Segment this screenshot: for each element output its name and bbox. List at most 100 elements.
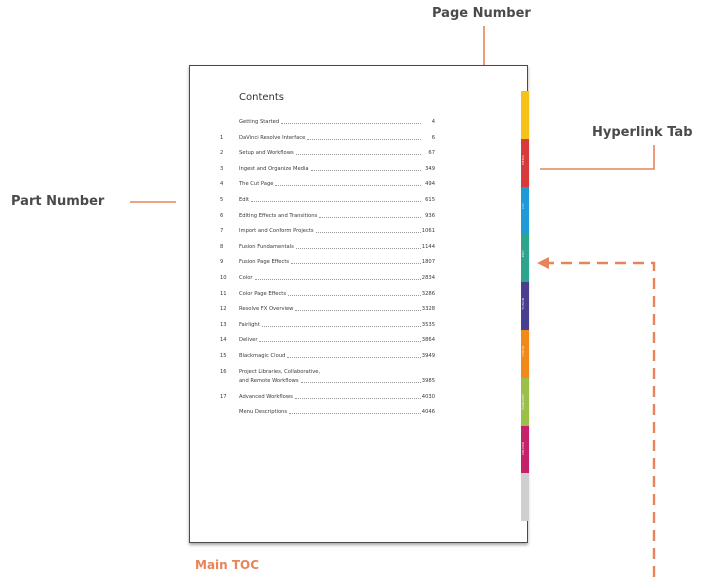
toc-page-number: 1807	[421, 259, 435, 266]
toc-page-number: 6	[431, 134, 435, 141]
toc-dot-leader	[296, 154, 421, 156]
hyperlink-tab-strip: MEDIA CUT EDIT FUSION COLOR FAIRLIGHT DELIVER	[521, 91, 529, 522]
hyperlink-tab[interactable]: MEDIA	[521, 138, 529, 187]
toc-part-number: 14	[220, 337, 227, 344]
hyperlink-tab[interactable]	[521, 473, 529, 522]
toc-dot-leader	[288, 294, 421, 296]
toc-page-number: 936	[425, 212, 435, 219]
toc-page-number: 4	[431, 119, 435, 125]
toc-part-number: 15	[220, 353, 227, 359]
toc-entry[interactable]: 8 Fusion Fundamentals 1144	[190, 244, 435, 254]
hyperlink-tab-label: FUSION	[521, 298, 525, 310]
toc-entry-title: Project Libraries, Collaborative,	[239, 368, 321, 375]
toc-entry-title: Color Page Effects	[239, 290, 287, 297]
toc-entry[interactable]: 7 Import and Conform Projects 1061	[190, 228, 435, 238]
toc-entry[interactable]: 11 Color Page Effects 3286	[190, 291, 435, 301]
toc-entry[interactable]: 10 Color 2834	[190, 275, 435, 285]
toc-dot-leader	[259, 341, 421, 343]
toc-entry-title: Fairlight	[239, 321, 260, 328]
toc-entry[interactable]: 1 DaVinci Resolve Interface 6	[190, 135, 435, 145]
toc-entry-title: Blackmagic Cloud	[239, 353, 286, 359]
toc-entry-title: Advanced Workflows	[239, 393, 293, 400]
toc-dot-leader	[296, 247, 421, 249]
toc-page-number: 3286	[421, 290, 435, 297]
toc-entry[interactable]: 13 Fairlight 3535	[190, 322, 435, 332]
hyperlink-tab-label: DELIVER	[521, 441, 525, 455]
hyperlink-tab[interactable]: DELIVER	[521, 425, 529, 474]
toc-entry-title-line2: and Remote Workflows	[239, 377, 299, 384]
toc-part-number: 10	[220, 275, 227, 281]
page-number-label: Page Number	[432, 6, 531, 21]
toc-entry-title: Resolve FX Overview	[239, 306, 294, 313]
hyperlink-tab[interactable]: EDIT	[521, 234, 529, 283]
toc-entry-title: Color	[239, 275, 253, 281]
toc-entry-title: Menu Descriptions	[239, 409, 288, 416]
toc-page-number: 1144	[421, 243, 435, 250]
hyperlink-tab-label: COLOR	[521, 346, 525, 357]
toc-entry-title: Deliver	[239, 337, 258, 344]
toc-entry[interactable]: Menu Descriptions 4046	[190, 409, 435, 419]
toc-dot-leader	[287, 357, 421, 358]
toc-entry-title: Import and Conform Projects	[239, 228, 314, 235]
toc-page-number: 67	[428, 150, 435, 157]
hyperlink-tab[interactable]: FUSION	[521, 282, 529, 330]
toc-title: Contents	[239, 92, 284, 103]
toc-entry-title: Edit	[239, 197, 250, 203]
toc-dot-leader	[295, 310, 421, 312]
toc-page-number: 494	[425, 181, 435, 188]
toc-part-number: 4	[220, 181, 224, 188]
toc-entry[interactable]: Getting Started 4	[190, 119, 435, 129]
hyperlink-tab-label: CUT	[521, 202, 525, 209]
toc-entry-title: Editing Effects and Transitions	[239, 212, 318, 219]
toc-entry[interactable]: 12 Resolve FX Overview 3328	[190, 306, 435, 316]
toc-page-number: 1061	[421, 228, 435, 235]
toc-entry[interactable]: 6 Editing Effects and Transitions 936	[190, 213, 435, 223]
toc-entry[interactable]: 3 Ingest and Organize Media 349	[190, 166, 435, 176]
toc-dot-leader	[295, 397, 421, 399]
toc-dot-leader	[275, 185, 421, 187]
toc-part-number: 5	[220, 197, 224, 203]
hyperlink-tab[interactable]: FAIRLIGHT	[521, 377, 529, 426]
toc-dot-leader	[319, 216, 421, 218]
main-toc-label: Main TOC	[195, 558, 260, 572]
toc-entry[interactable]: 9 Fusion Page Effects 1807	[190, 259, 435, 269]
toc-page-number: 3535	[421, 321, 435, 328]
toc-dot-leader	[262, 325, 421, 327]
toc-dot-leader	[291, 263, 421, 265]
toc-entry[interactable]: 15 Blackmagic Cloud 3949	[190, 353, 435, 363]
toc-page-number: 2834	[421, 275, 435, 281]
toc-part-number: 12	[220, 306, 227, 313]
toc-dot-leader	[281, 123, 421, 124]
toc-entry[interactable]: 4 The Cut Page 494	[190, 181, 435, 191]
toc-part-number: 8	[220, 243, 224, 250]
toc-entry[interactable]: 17 Advanced Workflows 4030	[190, 394, 435, 404]
part-number-label: Part Number	[11, 194, 105, 209]
toc-page-number: 3985	[421, 377, 435, 384]
hyperlink-tab-label: FAIRLIGHT	[521, 393, 525, 410]
hyperlink-tab[interactable]	[521, 91, 529, 139]
toc-dot-leader	[311, 169, 421, 171]
toc-dot-leader	[251, 201, 421, 202]
toc-dot-leader	[316, 232, 421, 234]
toc-page-number: 3864	[421, 337, 435, 344]
toc-entry[interactable]: 14 Deliver 3864	[190, 337, 435, 347]
toc-part-number: 17	[220, 393, 227, 400]
hyperlink-tab-pointer	[540, 145, 655, 170]
toc-entry[interactable]: 5 Edit 615	[190, 197, 435, 207]
toc-entry-title: Getting Started	[239, 119, 280, 125]
toc-part-number: 6	[220, 212, 224, 219]
hyperlink-tab[interactable]: CUT	[521, 186, 529, 235]
hyperlink-tab[interactable]: COLOR	[521, 330, 529, 378]
toc-page-number: 3949	[421, 353, 435, 359]
toc-page: Contents Getting Started 4 1 DaVinci Resolv…	[189, 65, 529, 543]
toc-part-number: 16	[220, 368, 227, 375]
toc-entry-title: Fusion Page Effects	[239, 259, 290, 266]
toc-entry-title: The Cut Page	[239, 181, 274, 188]
toc-dot-leader	[289, 413, 421, 415]
toc-part-number: 9	[220, 259, 224, 266]
toc-dot-leader	[255, 279, 421, 280]
toc-entry[interactable]: 2 Setup and Workflows 67	[190, 150, 435, 160]
toc-entry[interactable]: 16 Project Libraries, Collaborative, and R…	[190, 368, 435, 384]
toc-part-number: 1	[220, 134, 224, 141]
toc-page-number: 4030	[421, 393, 435, 400]
